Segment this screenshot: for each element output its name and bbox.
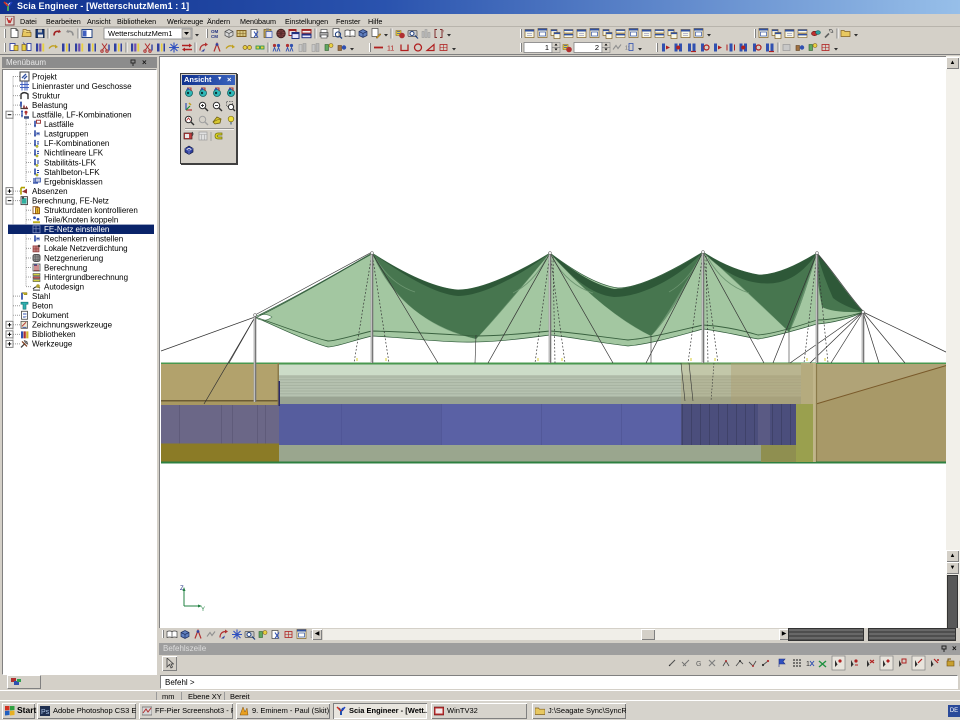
svg-text:Berechnung: Berechnung bbox=[44, 263, 87, 272]
svg-text:Beton: Beton bbox=[32, 302, 53, 311]
svg-text:Werkzeuge: Werkzeuge bbox=[32, 340, 73, 349]
svg-text:Netzgenerierung: Netzgenerierung bbox=[44, 254, 103, 263]
svg-text:Teile/Knoten koppeln: Teile/Knoten koppeln bbox=[44, 216, 118, 225]
svg-text:Ergebnisklassen: Ergebnisklassen bbox=[44, 177, 103, 186]
svg-text:Belastung: Belastung bbox=[32, 101, 68, 110]
svg-text:?: ? bbox=[442, 29, 445, 34]
svg-text:Lastgruppen: Lastgruppen bbox=[44, 130, 88, 139]
svg-text:Y: Y bbox=[201, 607, 205, 613]
svg-text:LF-Kombinationen: LF-Kombinationen bbox=[44, 139, 109, 148]
svg-text:Lastfälle, LF-Kombinationen: Lastfälle, LF-Kombinationen bbox=[32, 111, 132, 120]
svg-text:Stabilitäts-LFK: Stabilitäts-LFK bbox=[44, 158, 97, 167]
svg-text:FE-Netz einstellen: FE-Netz einstellen bbox=[44, 225, 109, 234]
svg-text:Autodesign: Autodesign bbox=[44, 282, 84, 291]
svg-text:11: 11 bbox=[387, 46, 394, 53]
svg-text:1: 1 bbox=[545, 43, 549, 52]
svg-text:Linienraster und Geschosse: Linienraster und Geschosse bbox=[32, 82, 132, 91]
svg-text:Strukturdaten kontrollieren: Strukturdaten kontrollieren bbox=[44, 206, 138, 215]
svg-text:1:: 1: bbox=[625, 46, 629, 52]
svg-text:Absenzen: Absenzen bbox=[32, 187, 68, 196]
svg-text:Stahlbeton-LFK: Stahlbeton-LFK bbox=[44, 168, 100, 177]
svg-text:Hintergrundberechnung: Hintergrundberechnung bbox=[44, 273, 128, 282]
svg-text:Stahl: Stahl bbox=[32, 292, 50, 301]
svg-text:G: G bbox=[696, 661, 701, 668]
svg-text:Bibliotheken: Bibliotheken bbox=[32, 330, 76, 339]
svg-text:1: 1 bbox=[806, 661, 810, 668]
svg-text:Projekt: Projekt bbox=[32, 72, 58, 81]
svg-text:Dokument: Dokument bbox=[32, 311, 69, 320]
svg-text:Z: Z bbox=[180, 586, 184, 592]
svg-text:Zeichnungswerkzeuge: Zeichnungswerkzeuge bbox=[32, 321, 113, 330]
svg-text:Ps: Ps bbox=[41, 709, 50, 716]
svg-text:Berechnung, FE-Netz: Berechnung, FE-Netz bbox=[32, 196, 109, 205]
svg-text:Nichtlineare LFK: Nichtlineare LFK bbox=[44, 149, 104, 158]
svg-text:Struktur: Struktur bbox=[32, 91, 60, 100]
svg-text:WetterschutzMem1: WetterschutzMem1 bbox=[108, 29, 172, 38]
svg-text:2: 2 bbox=[595, 43, 599, 52]
svg-text:Lokale Netzverdichtung: Lokale Netzverdichtung bbox=[44, 244, 128, 253]
svg-text:CM: CM bbox=[211, 34, 218, 39]
svg-text:Rechenkern einstellen: Rechenkern einstellen bbox=[44, 235, 123, 244]
svg-text:Lastfälle: Lastfälle bbox=[44, 120, 74, 129]
